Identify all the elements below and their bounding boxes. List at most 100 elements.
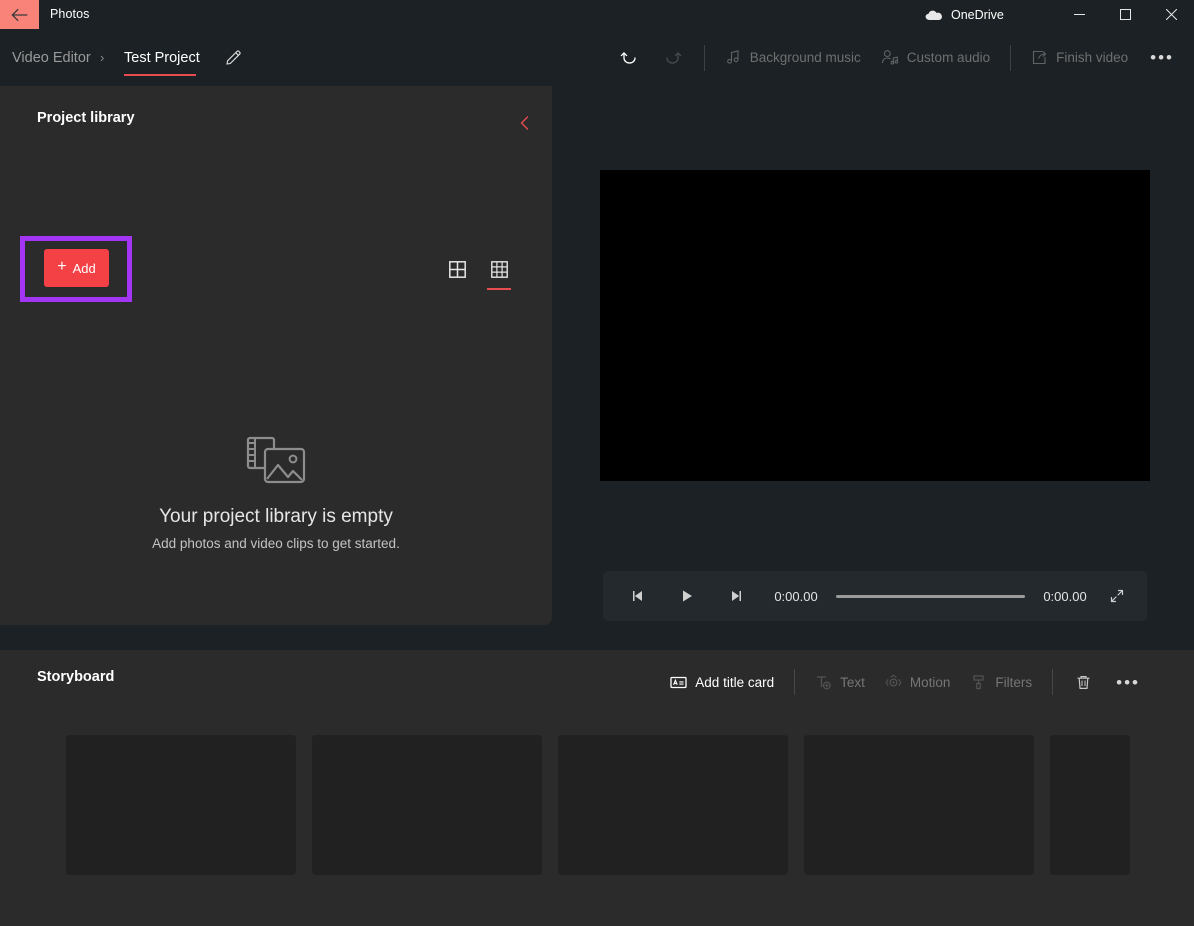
next-frame-button[interactable] — [716, 576, 756, 616]
storyboard-divider — [794, 669, 796, 695]
seek-track — [836, 594, 1025, 598]
storyboard-card[interactable] — [558, 735, 788, 875]
app-title: Photos — [50, 7, 90, 21]
view-large-grid-button[interactable] — [442, 254, 472, 284]
plus-icon: + — [57, 258, 67, 275]
storyboard-card-list — [0, 735, 1194, 875]
next-frame-icon — [732, 591, 741, 601]
play-icon — [683, 590, 692, 602]
onedrive-status-button[interactable]: OneDrive — [925, 0, 1004, 29]
seek-bar[interactable] — [836, 587, 1025, 605]
redo-button[interactable] — [651, 40, 694, 76]
filters-button[interactable]: Filters — [960, 664, 1042, 700]
more-dots-icon: ••• — [1150, 48, 1174, 67]
cloud-icon — [925, 10, 942, 20]
background-music-button[interactable]: Background music — [715, 40, 871, 76]
toolbar-divider — [1010, 44, 1012, 71]
add-media-button[interactable]: + Add — [44, 249, 109, 287]
current-time-label: 0:00.00 — [774, 588, 818, 604]
total-time-label: 0:00.00 — [1043, 588, 1087, 604]
editor-toolbar-row: Video Editor › Test Project Background m… — [0, 29, 1194, 86]
grid-small-icon — [490, 260, 508, 278]
add-title-card-label: Add title card — [695, 674, 775, 690]
storyboard-panel: Storyboard Add title card Text Motion Fi… — [0, 650, 1194, 926]
photos-video-editor-window: Photos OneDrive Video Editor › Test Proj… — [0, 0, 1194, 926]
redo-icon — [666, 52, 681, 64]
library-empty-state: Your project library is empty Add photos… — [0, 436, 552, 551]
storyboard-card[interactable] — [804, 735, 1034, 875]
storyboard-divider — [1052, 669, 1054, 695]
person-audio-icon — [881, 50, 899, 65]
grid-large-icon — [448, 260, 466, 278]
add-title-card-button[interactable]: Add title card — [660, 664, 784, 700]
share-export-icon — [1033, 50, 1047, 65]
breadcrumb-current-project[interactable]: Test Project — [124, 29, 200, 86]
arrow-left-icon — [10, 8, 27, 21]
collapse-library-button[interactable] — [510, 108, 540, 138]
previous-frame-button[interactable] — [618, 576, 658, 616]
rename-project-button[interactable] — [218, 29, 248, 86]
project-library-panel: Project library + Add Your project libra… — [0, 86, 552, 625]
pencil-icon — [225, 50, 241, 65]
breadcrumb-parent-label: Video Editor — [12, 49, 91, 66]
play-button[interactable] — [667, 576, 707, 616]
delete-button[interactable] — [1063, 664, 1104, 700]
text-icon — [817, 675, 831, 689]
onedrive-label: OneDrive — [951, 7, 1004, 22]
filters-icon — [973, 674, 984, 689]
fullscreen-icon — [1110, 589, 1124, 603]
motion-button[interactable]: Motion — [875, 664, 961, 700]
back-button[interactable] — [0, 0, 39, 29]
empty-state-subtitle: Add photos and video clips to get starte… — [152, 536, 400, 551]
storyboard-title: Storyboard — [37, 669, 115, 685]
player-controls: 0:00.00 0:00.00 — [603, 571, 1147, 621]
minimize-icon — [1073, 14, 1085, 15]
custom-audio-button[interactable]: Custom audio — [871, 40, 1000, 76]
custom-audio-label: Custom audio — [906, 50, 991, 65]
project-library-title: Project library — [37, 110, 135, 126]
maximize-icon — [1119, 9, 1131, 20]
breadcrumb-separator: › — [100, 50, 105, 65]
add-media-label: Add — [72, 260, 96, 276]
undo-icon — [620, 52, 636, 64]
video-preview[interactable] — [600, 170, 1150, 481]
more-dots-icon: ••• — [1116, 672, 1140, 692]
breadcrumb-video-editor[interactable]: Video Editor — [12, 29, 91, 86]
view-small-grid-button[interactable] — [484, 254, 514, 290]
close-icon — [1165, 9, 1177, 20]
text-label: Text — [840, 674, 865, 690]
trash-icon — [1077, 675, 1090, 689]
motion-icon — [885, 674, 902, 687]
active-tab-indicator — [124, 74, 196, 76]
breadcrumb-current-label: Test Project — [124, 49, 200, 66]
title-bar: Photos OneDrive — [0, 0, 1194, 29]
motion-label: Motion — [909, 674, 951, 690]
view-selected-indicator — [487, 288, 511, 290]
photo-video-icon — [246, 436, 306, 484]
empty-state-title: Your project library is empty — [159, 506, 393, 527]
maximize-button[interactable] — [1102, 0, 1148, 29]
finish-video-button[interactable]: Finish video — [1021, 40, 1138, 76]
editor-actions: Background music Custom audio Finish vid… — [608, 29, 1186, 86]
previous-frame-icon — [633, 591, 642, 601]
storyboard-card[interactable] — [312, 735, 542, 875]
close-button[interactable] — [1148, 0, 1194, 29]
library-view-toggles — [442, 254, 514, 290]
storyboard-card[interactable] — [1050, 735, 1130, 875]
toolbar-divider — [703, 44, 705, 71]
filters-label: Filters — [995, 674, 1033, 690]
storyboard-actions: Add title card Text Motion Filters ••• — [660, 658, 1152, 706]
text-button[interactable]: Text — [805, 664, 875, 700]
more-options-button[interactable]: ••• — [1138, 40, 1186, 76]
storyboard-more-button[interactable]: ••• — [1104, 664, 1152, 700]
fullscreen-button[interactable] — [1097, 576, 1137, 616]
chevron-left-icon — [520, 116, 529, 130]
empty-state-icon-wrap — [246, 436, 306, 484]
window-controls — [1056, 0, 1194, 29]
storyboard-card[interactable] — [66, 735, 296, 875]
finish-video-label: Finish video — [1056, 50, 1129, 65]
minimize-button[interactable] — [1056, 0, 1102, 29]
background-music-label: Background music — [749, 50, 861, 65]
undo-button[interactable] — [608, 40, 651, 76]
music-note-icon — [726, 50, 739, 64]
